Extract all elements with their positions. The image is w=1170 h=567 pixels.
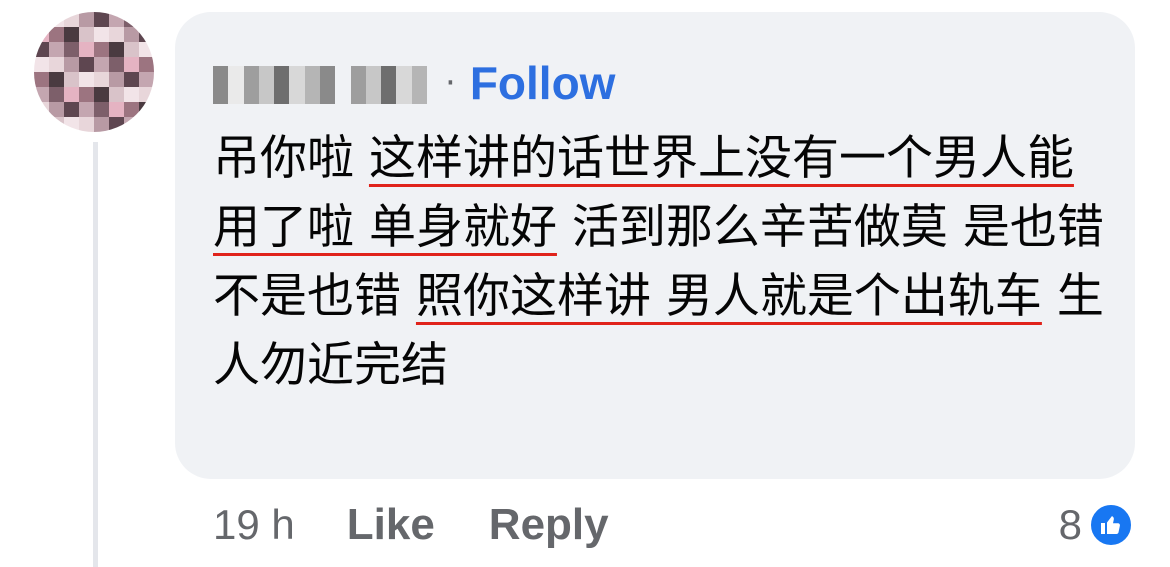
like-button[interactable]: Like (347, 500, 435, 550)
comment-actions: 19 h Like Reply (213, 498, 663, 552)
avatar[interactable] (34, 12, 154, 132)
thumbs-up-icon (1088, 502, 1134, 548)
follow-button[interactable]: Follow (470, 60, 616, 106)
timestamp[interactable]: 19 h (213, 501, 295, 549)
reaction-count: 8 (1058, 501, 1082, 548)
underlined-text-segment: 照你这样讲 男人就是个出轨车 (415, 269, 1042, 324)
comment-text: 吊你啦 这样讲的话世界上没有一个男人能用了啦 单身就好 活到那么辛苦做莫 是也错… (213, 124, 1113, 400)
reaction-summary[interactable]: 8 (1059, 498, 1134, 552)
reply-thread-line (93, 142, 98, 567)
comment-header: · Follow (213, 56, 615, 110)
author-name-pixelated[interactable] (213, 66, 427, 104)
reply-button[interactable]: Reply (489, 500, 609, 550)
text-segment: 吊你啦 (213, 131, 369, 186)
separator-dot: · (445, 63, 456, 103)
